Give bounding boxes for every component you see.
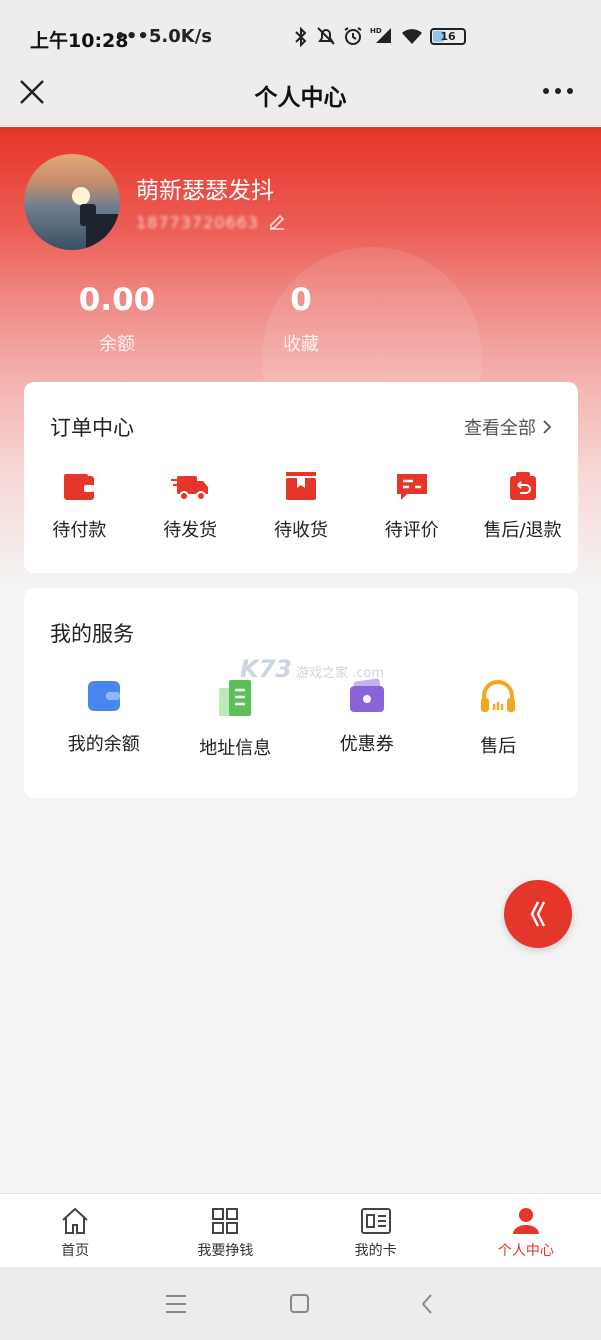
truck-icon [171,476,209,501]
tab-personal-center[interactable]: 个人中心 [451,1194,601,1267]
home-button-icon[interactable] [290,1294,309,1313]
recent-apps-icon[interactable] [166,1295,186,1319]
page-title: 个人中心 [254,85,347,111]
my-services-card: 我的服务 我的余额 地址信息 优惠券 售后 [24,588,578,798]
watermark: K73 游戏之家 .com [240,655,384,683]
more-icon[interactable] [543,88,573,94]
view-all-label: 查看全部 [464,418,536,439]
floating-collapse-button[interactable] [504,880,572,948]
svg-text:HD: HD [370,27,382,35]
order-pending-review-label: 待评价 [384,520,439,541]
favorites-value: 0 [290,282,312,318]
ticket-icon [349,678,384,712]
wallet-icon [87,681,120,711]
watermark-sub: 游戏之家 .com [296,666,385,681]
home-icon [62,1207,88,1234]
signal-icon: HD [370,27,391,43]
bell-off-icon [317,27,335,45]
balance-label: 余额 [99,334,135,355]
wifi-icon [402,29,422,44]
service-my-balance[interactable]: 我的余额 [38,678,170,760]
back-icon[interactable] [420,1293,434,1315]
view-all-orders-link[interactable]: 查看全部 [464,414,552,440]
chevron-right-icon [543,420,552,434]
service-my-balance-label: 我的余额 [67,734,140,755]
card-icon [360,1208,391,1234]
service-address-info[interactable]: 地址信息 [170,678,302,760]
my-services-title: 我的服务 [50,622,134,646]
favorites-stat[interactable]: 0 收藏 [231,282,371,356]
order-pending-receipt[interactable]: 待收货 [246,470,357,542]
order-center-title: 订单中心 [50,416,134,440]
service-coupons-label: 优惠券 [339,734,394,755]
tab-personal-center-label: 个人中心 [497,1243,554,1259]
balance-value: 0.00 [78,282,156,318]
order-pending-receipt-label: 待收货 [273,520,328,541]
double-chevron-left-icon [530,901,546,927]
tab-home[interactable]: 首页 [0,1194,150,1267]
edit-icon[interactable] [268,212,286,230]
bluetooth-icon [295,27,307,47]
comment-icon [396,474,427,500]
order-pending-shipment[interactable]: 待发货 [135,470,246,542]
favorites-label: 收藏 [283,334,319,355]
tab-earn-money[interactable]: 我要挣钱 [150,1194,300,1267]
service-address-info-label: 地址信息 [199,738,272,759]
service-after-sales[interactable]: 售后 [433,678,565,760]
service-after-sales-label: 售后 [480,736,517,757]
order-pending-review[interactable]: 待评价 [356,470,467,542]
watermark-main: K73 [240,655,292,683]
battery-icon: 16 [430,28,466,45]
battery-level: 16 [440,30,456,43]
building-icon [219,680,252,716]
tab-home-label: 首页 [61,1243,90,1259]
grid-icon [212,1208,239,1234]
tab-earn-money-label: 我要挣钱 [197,1243,254,1259]
nav-bar: 个人中心 [0,68,601,126]
order-center-card: 订单中心 查看全部 待付款 待发货 待收货 待评价 售后/退款 [24,382,578,573]
refund-icon [509,472,536,500]
service-coupons[interactable]: 优惠券 [301,678,433,760]
alarm-icon [344,27,362,45]
tab-my-card[interactable]: 我的卡 [301,1194,451,1267]
order-pending-payment-label: 待付款 [52,520,107,541]
username: 萌新瑟瑟发抖 [136,178,274,204]
wallet-icon [64,474,95,500]
user-icon [512,1208,539,1234]
order-after-sales-refund-label: 售后/退款 [483,520,562,541]
order-after-sales-refund[interactable]: 售后/退款 [467,470,578,542]
system-navigation-bar [0,1267,601,1340]
tab-my-card-label: 我的卡 [354,1243,397,1259]
order-pending-payment[interactable]: 待付款 [24,470,135,542]
order-pending-shipment-label: 待发货 [163,520,218,541]
phone-number: 18773720663 [136,213,259,232]
network-speed: •••5.0K/s [114,26,212,47]
headset-icon [481,680,516,712]
balance-stat[interactable]: 0.00 余额 [47,282,187,356]
status-bar: 上午10:28 •••5.0K/s HD 16 [0,0,601,68]
bottom-tab-bar: 首页 我要挣钱 我的卡 个人中心 [0,1193,601,1267]
avatar[interactable] [24,154,120,250]
package-icon [285,472,316,500]
